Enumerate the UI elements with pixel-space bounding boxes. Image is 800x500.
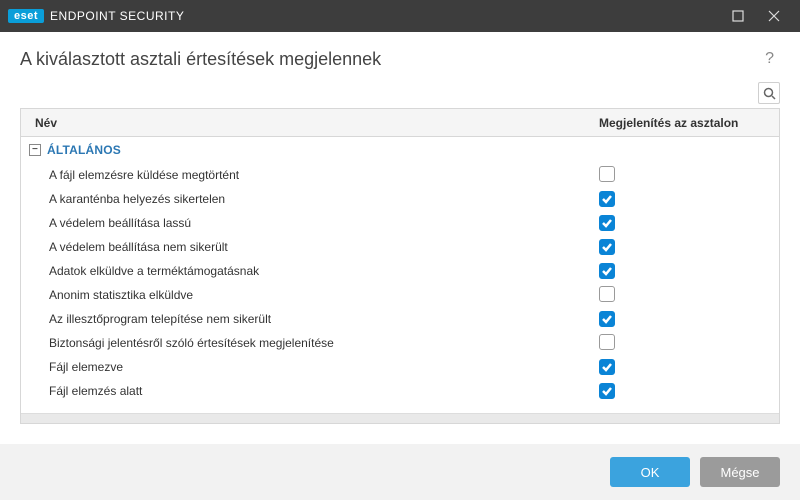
table-row[interactable]: Fájl elemzés alatt	[21, 379, 779, 403]
cancel-button[interactable]: Mégse	[700, 457, 780, 487]
check-icon	[601, 361, 613, 373]
row-checkbox-cell	[599, 359, 779, 376]
row-label: Az illesztőprogram telepítése nem sikerü…	[21, 312, 599, 326]
check-icon	[601, 313, 613, 325]
show-on-desktop-checkbox[interactable]	[599, 166, 615, 182]
row-label: Fájl elemzés alatt	[21, 384, 599, 398]
col-header-name[interactable]: Név	[21, 116, 599, 130]
table-row[interactable]: A védelem beállítása lassú	[21, 211, 779, 235]
row-checkbox-cell	[599, 334, 779, 353]
col-header-show[interactable]: Megjelenítés az asztalon	[599, 116, 779, 130]
row-checkbox-cell	[599, 263, 779, 280]
close-icon	[768, 10, 780, 22]
table-row[interactable]: Adatok elküldve a terméktámogatásnak	[21, 259, 779, 283]
row-label: A védelem beállítása nem sikerült	[21, 240, 599, 254]
page-title: A kiválasztott asztali értesítések megje…	[20, 49, 759, 70]
table-header: Név Megjelenítés az asztalon	[21, 109, 779, 137]
ok-button[interactable]: OK	[610, 457, 690, 487]
horizontal-scrollbar[interactable]	[21, 413, 779, 423]
row-checkbox-cell	[599, 383, 779, 400]
row-label: Biztonsági jelentésről szóló értesítések…	[21, 336, 599, 350]
check-icon	[601, 241, 613, 253]
table-row[interactable]: A karanténba helyezés sikertelen	[21, 187, 779, 211]
show-on-desktop-checkbox[interactable]	[599, 263, 615, 279]
square-icon	[732, 10, 744, 22]
help-button[interactable]: ?	[759, 46, 780, 72]
titlebar: eset ENDPOINT SECURITY	[0, 0, 800, 32]
show-on-desktop-checkbox[interactable]	[599, 383, 615, 399]
search-button[interactable]	[758, 82, 780, 104]
table-row[interactable]: Anonim statisztika elküldve	[21, 283, 779, 307]
show-on-desktop-checkbox[interactable]	[599, 311, 615, 327]
brand-badge: eset	[8, 9, 44, 23]
row-checkbox-cell	[599, 286, 779, 305]
product-name: ENDPOINT SECURITY	[50, 9, 184, 23]
window-close-button[interactable]	[756, 0, 792, 32]
row-label: Anonim statisztika elküldve	[21, 288, 599, 302]
row-label: Fájl elemezve	[21, 360, 599, 374]
window-minimize-button[interactable]	[720, 0, 756, 32]
notifications-table: Név Megjelenítés az asztalon − ÁLTALÁNOS…	[20, 108, 780, 424]
row-checkbox-cell	[599, 239, 779, 256]
row-checkbox-cell	[599, 166, 779, 185]
table-row[interactable]: A védelem beállítása nem sikerült	[21, 235, 779, 259]
row-label: A fájl elemzésre küldése megtörtént	[21, 168, 599, 182]
row-label: A karanténba helyezés sikertelen	[21, 192, 599, 206]
table-row[interactable]: A fájl elemzésre küldése megtörtént	[21, 163, 779, 187]
group-row-general[interactable]: − ÁLTALÁNOS	[21, 137, 779, 163]
row-label: Adatok elküldve a terméktámogatásnak	[21, 264, 599, 278]
table-row[interactable]: Az illesztőprogram telepítése nem sikerü…	[21, 307, 779, 331]
row-checkbox-cell	[599, 311, 779, 328]
show-on-desktop-checkbox[interactable]	[599, 359, 615, 375]
show-on-desktop-checkbox[interactable]	[599, 215, 615, 231]
group-label: ÁLTALÁNOS	[47, 143, 121, 157]
show-on-desktop-checkbox[interactable]	[599, 191, 615, 207]
row-checkbox-cell	[599, 215, 779, 232]
collapse-icon[interactable]: −	[29, 144, 41, 156]
table-body[interactable]: − ÁLTALÁNOS A fájl elemzésre küldése meg…	[21, 137, 779, 413]
search-icon	[763, 87, 776, 100]
row-checkbox-cell	[599, 191, 779, 208]
footer: OK Mégse	[0, 444, 800, 500]
show-on-desktop-checkbox[interactable]	[599, 334, 615, 350]
check-icon	[601, 217, 613, 229]
table-row[interactable]: Biztonsági jelentésről szóló értesítések…	[21, 331, 779, 355]
row-label: A védelem beállítása lassú	[21, 216, 599, 230]
check-icon	[601, 385, 613, 397]
check-icon	[601, 265, 613, 277]
table-row[interactable]: Fájl elemezve	[21, 355, 779, 379]
show-on-desktop-checkbox[interactable]	[599, 286, 615, 302]
check-icon	[601, 193, 613, 205]
show-on-desktop-checkbox[interactable]	[599, 239, 615, 255]
